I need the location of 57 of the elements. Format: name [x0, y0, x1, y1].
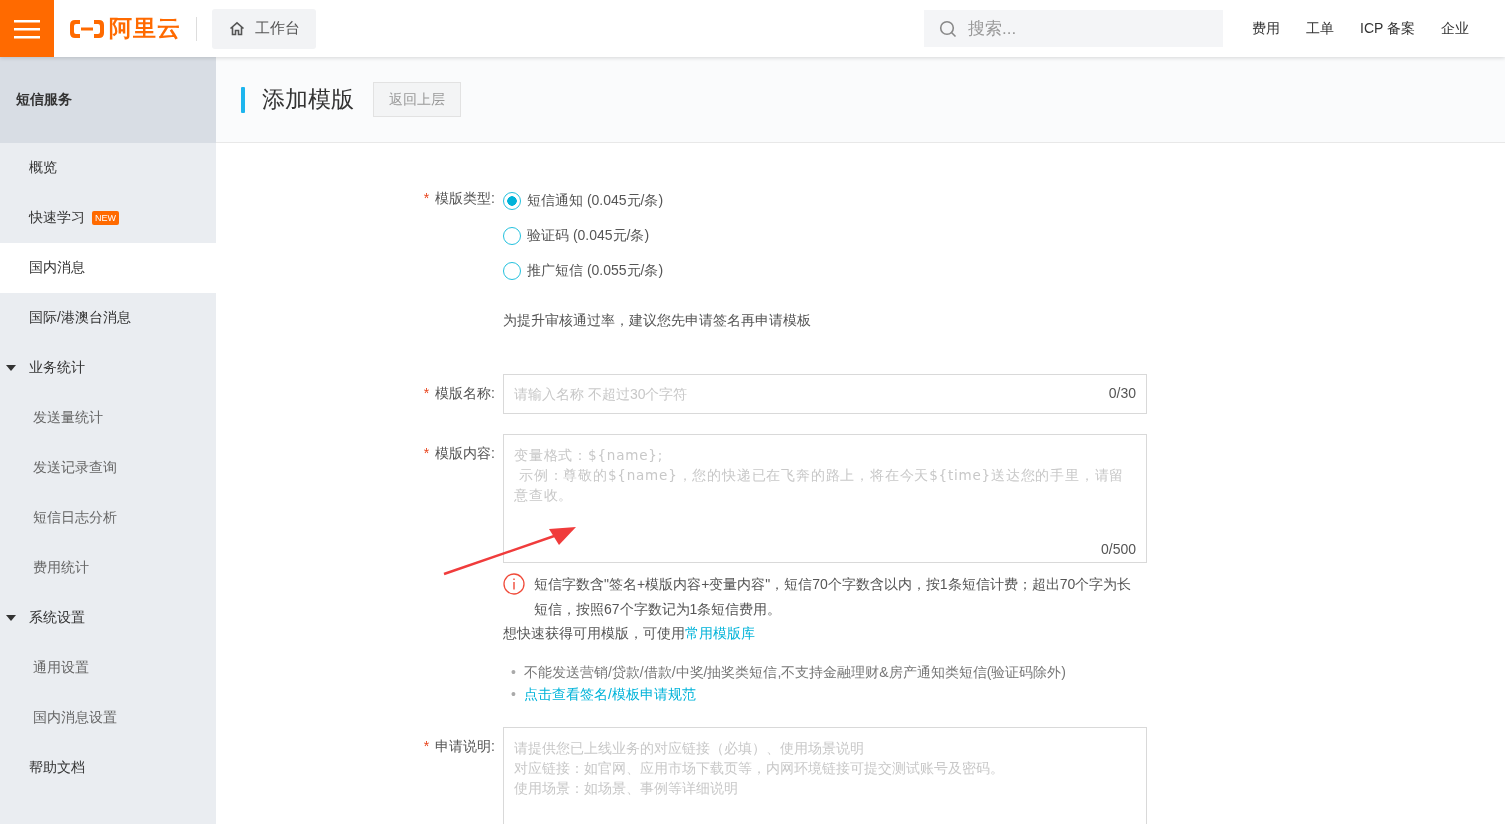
menu-icon	[14, 18, 40, 39]
sidebar-title: 短信服务	[16, 91, 72, 109]
sidebar-item[interactable]: 快速学习 NEW	[0, 193, 216, 243]
bullet: •	[511, 686, 516, 702]
field-label: 申请说明:	[435, 738, 495, 754]
quick-tip-text: 想快速获得可用模版，可使用常用模版库	[503, 625, 755, 643]
radio-button[interactable]	[503, 261, 521, 280]
nav-link[interactable]: 工单	[1306, 19, 1334, 38]
sidebar-subitem[interactable]: 通用设置	[0, 643, 216, 693]
field-label: 模版类型:	[435, 190, 495, 206]
hint-text: 为提升审核通过率，建议您先申请签名再申请模板	[503, 312, 811, 330]
accent-bar	[241, 86, 245, 113]
sidebar-group[interactable]: 业务统计	[0, 343, 216, 393]
notice-text: 短信字数含"签名+模版内容+变量内容"，短信70个字数含以内，按1条短信计费；超出70个字为长短信，按照67个字数记为1条短信费用。	[534, 575, 1133, 619]
required-mark: *	[423, 445, 430, 461]
sidebar-subitem[interactable]: 国内消息设置	[0, 693, 216, 743]
page-title: 添加模版	[262, 85, 354, 114]
required-mark: *	[423, 385, 430, 401]
sidebar-item[interactable]: 帮助文档	[0, 743, 216, 793]
required-mark: *	[423, 190, 430, 206]
bullet: •	[511, 664, 516, 680]
workbench-button[interactable]: 工作台	[212, 8, 316, 49]
radio-button[interactable]	[503, 191, 521, 210]
caret-icon	[6, 365, 16, 371]
field-label: 模版名称:	[435, 385, 495, 401]
sidebar-item-label: 快速学习	[29, 209, 85, 227]
info-icon	[503, 573, 525, 595]
sidebar-subitem[interactable]: 发送记录查询	[0, 443, 216, 493]
menu-button[interactable]	[0, 0, 54, 57]
sidebar-group[interactable]: 系统设置	[0, 593, 216, 643]
sidebar-item[interactable]: 国际/港澳台消息	[0, 293, 216, 343]
search-field[interactable]: 搜索...	[924, 10, 1223, 47]
radio-button[interactable]	[503, 226, 521, 245]
home-icon	[229, 21, 245, 36]
rule-text: 不能发送营销/贷款/借款/中奖/抽奖类短信,不支持金融理财&房产通知类短信(验证码除外)	[523, 664, 1067, 680]
sidebar-subitem[interactable]: 短信日志分析	[0, 493, 216, 543]
radio-label[interactable]: 短信通知 (0.045元/条)	[527, 191, 664, 210]
radio-label[interactable]: 推广短信 (0.055元/条)	[527, 261, 664, 280]
sidebar-item[interactable]: 国内消息	[0, 243, 216, 293]
search-icon	[939, 19, 957, 38]
sidebar-subitem[interactable]: 费用统计	[0, 543, 216, 593]
caret-icon	[6, 615, 16, 621]
radio-label[interactable]: 验证码 (0.045元/条)	[527, 226, 650, 245]
sidebar-group-label: 系统设置	[29, 609, 85, 627]
field-label: 模版内容:	[435, 445, 495, 461]
nav-link[interactable]: ICP 备案	[1360, 19, 1415, 38]
sidebar-group-label: 业务统计	[29, 359, 85, 377]
required-mark: *	[423, 738, 430, 754]
sidebar-item[interactable]: 概览	[0, 143, 216, 193]
search-input[interactable]: 搜索...	[966, 17, 1210, 40]
bracket-logo-icon	[68, 17, 106, 40]
nav-link[interactable]: 费用	[1252, 19, 1280, 38]
char-counter: 0/30	[1108, 385, 1136, 401]
nav-link[interactable]: 企业	[1441, 19, 1469, 38]
sidebar-subitem[interactable]: 发送量统计	[0, 393, 216, 443]
char-counter: 0/500	[1100, 541, 1136, 557]
new-badge: NEW	[92, 211, 119, 225]
